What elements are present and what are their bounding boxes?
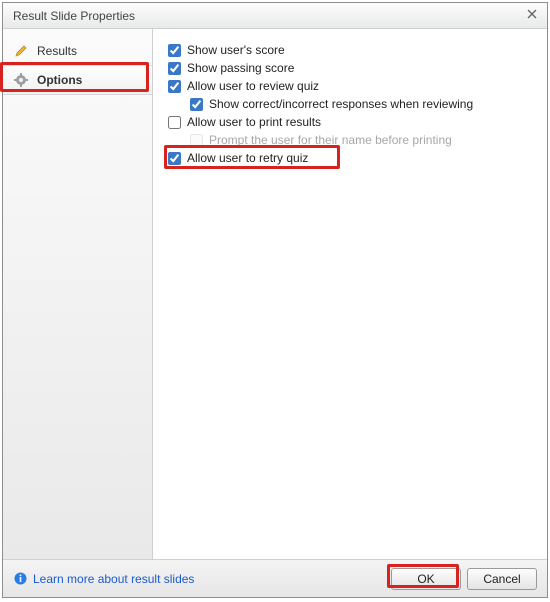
dialog-window: Result Slide Properties Results Options xyxy=(2,2,548,598)
sidebar-item-label: Options xyxy=(37,73,82,87)
option-label: Show user's score xyxy=(187,43,285,57)
pencil-icon xyxy=(13,43,29,59)
info-block: Learn more about result slides xyxy=(13,572,385,586)
dialog-body: Results Options Show user's score Show p… xyxy=(3,29,547,559)
checkbox-show-correct-incorrect[interactable] xyxy=(190,98,203,111)
option-allow-print[interactable]: Allow user to print results xyxy=(168,113,533,131)
option-label: Show correct/incorrect responses when re… xyxy=(209,97,473,111)
ok-button[interactable]: OK xyxy=(391,568,461,590)
option-show-user-score[interactable]: Show user's score xyxy=(168,41,533,59)
option-label: Show passing score xyxy=(187,61,294,75)
checkbox-allow-retry[interactable] xyxy=(168,152,181,165)
option-prompt-name: Prompt the user for their name before pr… xyxy=(168,131,533,149)
options-panel: Show user's score Show passing score All… xyxy=(153,29,547,559)
dialog-footer: Learn more about result slides OK Cancel xyxy=(3,559,547,597)
title-bar: Result Slide Properties xyxy=(3,3,547,29)
sidebar-item-options[interactable]: Options xyxy=(3,65,152,95)
gear-icon xyxy=(13,72,29,88)
option-label: Allow user to retry quiz xyxy=(187,151,308,165)
window-title: Result Slide Properties xyxy=(13,9,523,23)
option-allow-retry[interactable]: Allow user to retry quiz xyxy=(168,149,533,167)
learn-more-link[interactable]: Learn more about result slides xyxy=(33,572,194,586)
option-show-passing-score[interactable]: Show passing score xyxy=(168,59,533,77)
option-show-correct-incorrect[interactable]: Show correct/incorrect responses when re… xyxy=(168,95,533,113)
checkbox-prompt-name xyxy=(190,134,203,147)
cancel-button[interactable]: Cancel xyxy=(467,568,537,590)
sidebar: Results Options xyxy=(3,29,153,559)
sidebar-item-results[interactable]: Results xyxy=(3,37,152,65)
checkbox-allow-print[interactable] xyxy=(168,116,181,129)
option-label: Prompt the user for their name before pr… xyxy=(209,133,452,147)
checkbox-show-user-score[interactable] xyxy=(168,44,181,57)
option-label: Allow user to print results xyxy=(187,115,321,129)
info-icon xyxy=(13,572,27,586)
checkbox-allow-review[interactable] xyxy=(168,80,181,93)
checkbox-show-passing-score[interactable] xyxy=(168,62,181,75)
sidebar-item-label: Results xyxy=(37,44,77,58)
close-button[interactable] xyxy=(523,8,541,24)
close-icon xyxy=(527,9,537,22)
option-allow-review[interactable]: Allow user to review quiz xyxy=(168,77,533,95)
option-label: Allow user to review quiz xyxy=(187,79,319,93)
